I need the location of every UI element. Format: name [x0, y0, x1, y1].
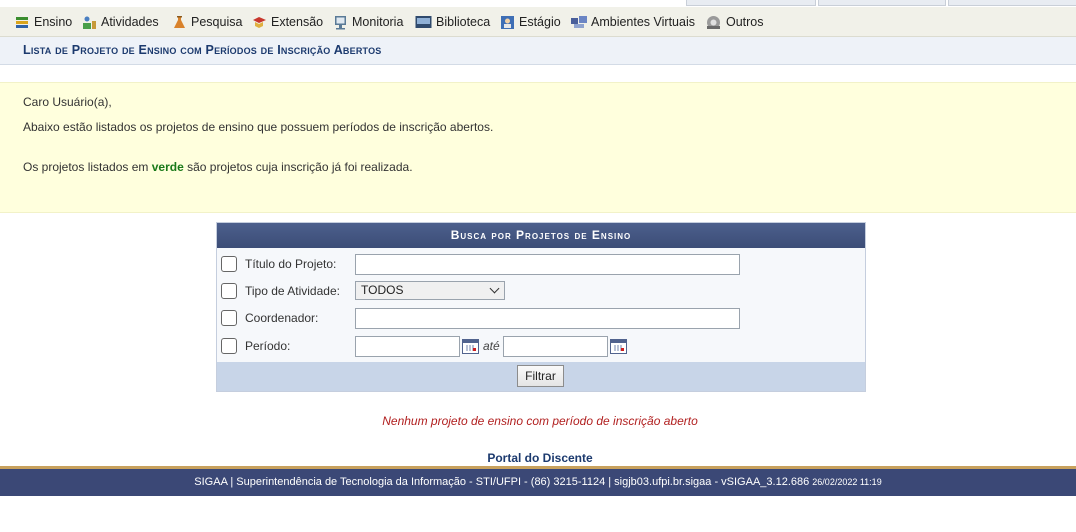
filtrar-button[interactable]: Filtrar	[517, 365, 564, 387]
menu-label: Monitoria	[352, 15, 404, 29]
coordenador-checkbox[interactable]	[221, 310, 237, 326]
row-titulo: Título do Projeto:	[217, 250, 865, 277]
titulo-label: Título do Projeto:	[245, 257, 337, 271]
notice-line2: Os projetos listados em verde são projet…	[23, 160, 413, 174]
menu-label: Extensão	[271, 15, 324, 29]
extensao-icon	[252, 15, 267, 30]
menu-atividades[interactable]: Atividades	[82, 14, 159, 30]
periodo-end-input[interactable]	[503, 336, 608, 357]
tipo-select[interactable]: TODOS	[355, 281, 505, 300]
row-periodo: Período: até	[217, 332, 865, 359]
tipo-selected-value: TODOS	[361, 283, 404, 297]
empty-results-message: Nenhum projeto de ensino com período de …	[382, 414, 698, 428]
info-notice: Caro Usuário(a), Abaixo estão listados o…	[0, 82, 1076, 213]
page-title-bar: Lista de Projeto de Ensino com Períodos …	[0, 37, 1076, 65]
footer-text: SIGAA | Superintendência de Tecnologia d…	[194, 476, 810, 488]
estagio-icon	[500, 15, 515, 30]
menu-label: Ambientes Virtuais	[591, 15, 695, 29]
chevron-down-icon	[489, 283, 500, 294]
periodo-label: Período:	[245, 339, 291, 353]
menu-monitoria[interactable]: Monitoria	[333, 14, 403, 30]
titulo-checkbox[interactable]	[221, 256, 237, 272]
calendar-icon[interactable]	[462, 339, 479, 354]
top-tab[interactable]	[948, 0, 1076, 6]
portal-discente-link[interactable]: Portal do Discente	[0, 451, 1076, 465]
notice-green-word: verde	[151, 160, 184, 174]
notice-greeting: Caro Usuário(a),	[23, 95, 112, 109]
outros-icon	[705, 15, 722, 30]
ambientes-virtuais-icon	[571, 15, 587, 30]
monitoria-icon	[333, 15, 348, 30]
pesquisa-icon	[172, 15, 187, 30]
menu-label: Ensino	[34, 15, 73, 29]
search-form: Busca por Projetos de Ensino Título do P…	[216, 222, 866, 392]
menu-label: Biblioteca	[436, 15, 491, 29]
menu-label: Outros	[726, 15, 764, 29]
row-coordenador: Coordenador:	[217, 304, 865, 331]
menu-ensino[interactable]: Ensino	[15, 14, 72, 30]
row-tipo: Tipo de Atividade: TODOS	[217, 277, 865, 304]
tipo-label: Tipo de Atividade:	[245, 284, 340, 298]
form-caption: Busca por Projetos de Ensino	[217, 223, 865, 248]
coordenador-label: Coordenador:	[245, 311, 319, 325]
menu-extensao[interactable]: Extensão	[252, 14, 323, 30]
notice-line2-suffix: são projetos cuja inscrição já foi reali…	[183, 160, 413, 174]
main-menu: Ensino Atividades Pesquisa Extensão Moni…	[0, 7, 1076, 37]
menu-outros[interactable]: Outros	[705, 14, 764, 30]
top-tab[interactable]	[686, 0, 816, 6]
menu-ambientes-virtuais[interactable]: Ambientes Virtuais	[571, 14, 695, 30]
top-strip	[0, 0, 1076, 7]
ate-label: até	[483, 339, 500, 353]
biblioteca-icon	[415, 15, 432, 30]
atividades-icon	[82, 15, 97, 30]
periodo-checkbox[interactable]	[221, 338, 237, 354]
top-tab[interactable]	[818, 0, 946, 6]
tipo-checkbox[interactable]	[221, 283, 237, 299]
footer-timestamp: 26/02/2022 11:19	[812, 477, 882, 487]
titulo-input[interactable]	[355, 254, 740, 275]
menu-label: Atividades	[101, 15, 159, 29]
form-footer: Filtrar	[217, 362, 865, 391]
calendar-icon[interactable]	[610, 339, 627, 354]
menu-pesquisa[interactable]: Pesquisa	[172, 14, 242, 30]
menu-biblioteca[interactable]: Biblioteca	[415, 14, 490, 30]
notice-line2-prefix: Os projetos listados em	[23, 160, 152, 174]
coordenador-input[interactable]	[355, 308, 740, 329]
menu-estagio[interactable]: Estágio	[500, 14, 561, 30]
page-title: Lista de Projeto de Ensino com Períodos …	[23, 43, 382, 57]
notice-line1: Abaixo estão listados os projetos de ens…	[23, 120, 494, 134]
page-footer: SIGAA | Superintendência de Tecnologia d…	[0, 466, 1076, 496]
menu-label: Estágio	[519, 15, 561, 29]
periodo-start-input[interactable]	[355, 336, 460, 357]
menu-label: Pesquisa	[191, 15, 243, 29]
ensino-icon	[15, 15, 30, 30]
